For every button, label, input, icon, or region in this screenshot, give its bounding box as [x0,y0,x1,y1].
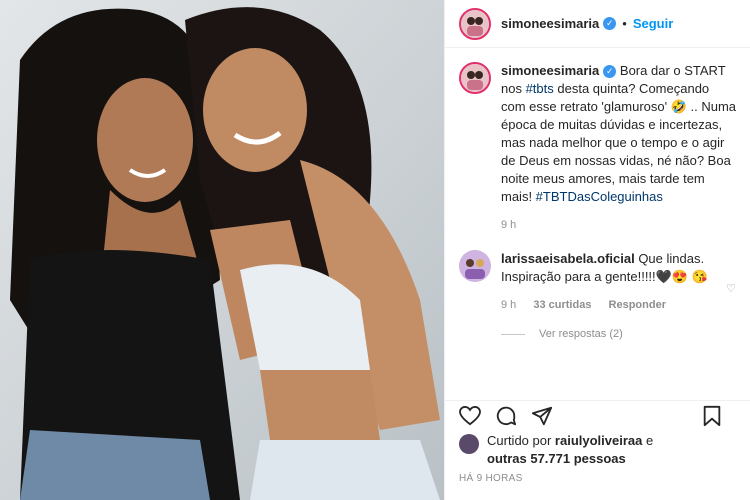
likes-text: Curtido por raiulyoliveiraa e outras 57.… [487,432,653,468]
comment-time: 9 h [501,299,517,311]
comments-section: simoneesimaria ✓ Bora dar o START nos #tb… [445,62,750,392]
instagram-post: simoneesimaria ✓ • Seguir simoneesimaria… [0,0,750,500]
likes-summary: Curtido por raiulyoliveiraa e outras 57.… [459,432,736,468]
commenter-username[interactable]: larissaeisabela.oficial [501,251,635,266]
follow-button[interactable]: Seguir [633,16,673,31]
hashtag-link[interactable]: #TBTDasColeguinhas [536,189,663,204]
photo-illustration [0,0,444,500]
heart-icon[interactable] [459,405,481,426]
view-replies[interactable]: Ver respostas (2) [501,328,736,340]
comment-likes[interactable]: 33 curtidas [533,299,591,311]
likes-suffix: e [642,433,654,448]
view-replies-label[interactable]: Ver respostas (2) [539,328,623,340]
author-avatar[interactable] [459,7,491,40]
post-photo[interactable] [0,0,444,500]
comment-icon[interactable] [495,405,517,427]
likes-others[interactable]: outras 57.771 pessoas [487,451,626,466]
verified-icon: ✓ [603,17,617,30]
post-header: simoneesimaria ✓ • Seguir [445,0,750,48]
caption-text-body: desta quinta? Começando com esse retrato… [501,81,737,204]
caption-meta: 9 h [501,216,736,234]
comment-meta: 9 h 33 curtidas Responder [501,296,736,314]
post-side-panel: simoneesimaria ✓ • Seguir simoneesimaria… [444,0,750,500]
caption-row: simoneesimaria ✓ Bora dar o START nos #tb… [459,62,736,234]
commenter-avatar[interactable] [459,250,491,282]
author-username[interactable]: simoneesimaria [501,16,599,31]
bookmark-icon[interactable] [702,405,722,427]
action-bar [445,400,750,430]
caption-avatar[interactable] [459,62,491,94]
post-timestamp[interactable]: HÁ 9 HORAS [459,473,523,484]
likes-prefix: Curtido por [487,433,555,448]
caption-text: simoneesimaria ✓ Bora dar o START nos #tb… [501,62,736,234]
replies-line [501,333,525,335]
liker-avatar[interactable] [459,434,479,454]
liker-username[interactable]: raiulyoliveiraa [555,433,642,448]
comment-row: larissaeisabela.oficial Que lindas. Insp… [459,250,736,314]
verified-icon: ✓ [603,65,617,79]
separator-dot: • [622,16,627,31]
share-icon[interactable] [531,405,553,427]
hashtag-link[interactable]: #tbts [526,81,554,96]
caption-time: 9 h [501,219,517,231]
comment-heart-icon[interactable]: ♡ [726,282,736,295]
comment-body: larissaeisabela.oficial Que lindas. Insp… [501,250,736,314]
caption-username[interactable]: simoneesimaria [501,63,599,78]
reply-button[interactable]: Responder [609,299,666,311]
